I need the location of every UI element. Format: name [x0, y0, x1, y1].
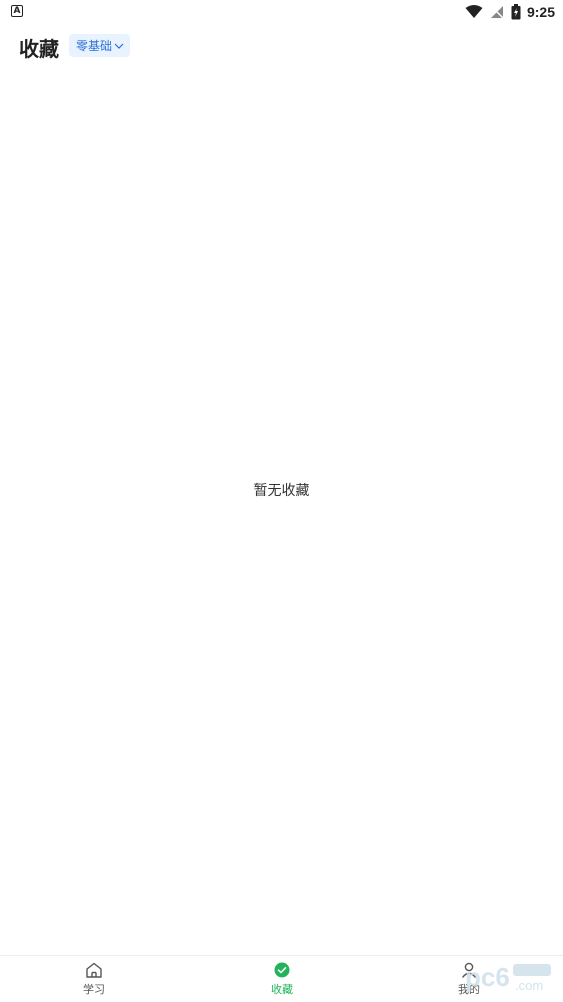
header: 收藏 零基础: [0, 30, 563, 62]
level-selector[interactable]: 零基础: [69, 34, 131, 57]
chevron-down-icon: [114, 43, 124, 49]
svg-text:.com: .com: [515, 978, 543, 993]
empty-state-message: 暂无收藏: [253, 483, 310, 499]
check-circle-icon: [274, 962, 290, 978]
home-icon: [86, 962, 102, 978]
level-selector-label: 零基础: [76, 39, 113, 53]
battery-icon: [511, 4, 521, 20]
nav-label-study: 学习: [83, 983, 105, 996]
status-time: 9:25: [526, 4, 555, 20]
wifi-icon: [465, 5, 483, 18]
pc6-watermark-logo: pc6 .com: [465, 962, 551, 993]
nav-item-study[interactable]: 学习: [54, 962, 134, 1000]
screen: A 9:25 收藏 零基础 暂无收藏 学习 收藏 我的 pc6 .com: [0, 0, 563, 1002]
status-icons: 9:25: [465, 3, 555, 21]
svg-text:pc6: pc6: [465, 962, 510, 992]
nav-label-favorites: 收藏: [271, 983, 293, 996]
status-bar: A 9:25: [0, 0, 563, 24]
page-title: 收藏: [19, 37, 59, 61]
signal-icon: [490, 5, 504, 19]
nav-item-favorites[interactable]: 收藏: [242, 962, 322, 1000]
accessibility-icon: A: [11, 5, 23, 17]
